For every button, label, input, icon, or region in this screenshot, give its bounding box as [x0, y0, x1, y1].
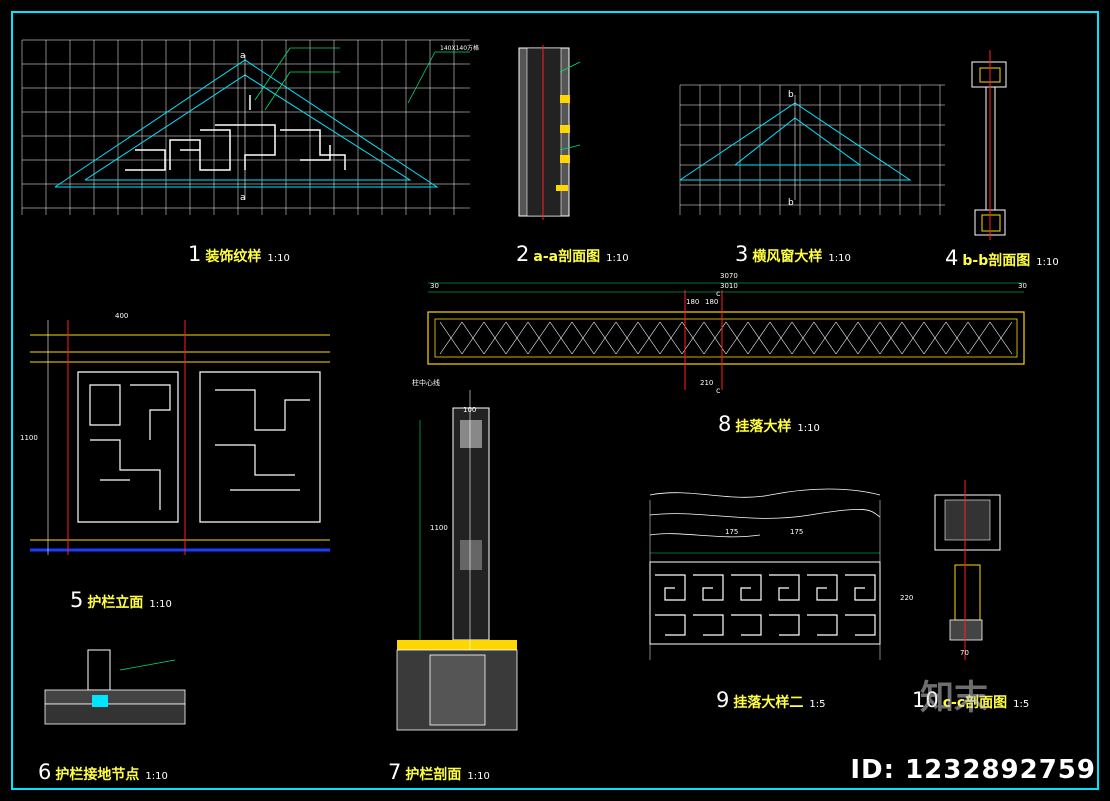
detail-10-section	[934, 480, 1001, 660]
detail-5-elevation	[30, 320, 330, 555]
detail-1-leaders	[254, 47, 470, 111]
detail-2-section	[518, 45, 581, 220]
detail-1-grid-note: 140X140方格	[440, 44, 479, 52]
brand-watermark: 知末	[920, 678, 988, 718]
title-6: 6 护栏接地节点 1:10	[38, 760, 168, 784]
sec-b-top: b	[788, 90, 794, 100]
dim-180b: 180	[705, 298, 718, 306]
dim-100: 100	[463, 406, 476, 414]
title-5: 5 护栏立面 1:10	[70, 588, 172, 612]
sec-b-bot: b	[788, 198, 794, 208]
dim-3070: 3070	[720, 272, 738, 280]
detail-8-fascia	[427, 282, 1025, 390]
dim-30a: 30	[430, 282, 439, 290]
dim-175b: 175	[790, 528, 803, 536]
title-2: 2 a-a剖面图 1:10	[516, 242, 629, 266]
title-7: 7 护栏剖面 1:10	[388, 760, 490, 784]
dim-1100-a: 1100	[20, 434, 38, 442]
sec-a-top: a	[240, 51, 246, 61]
dim-400: 400	[115, 312, 128, 320]
title-8: 8 挂落大样 1:10	[718, 412, 820, 436]
dim-180a: 180	[686, 298, 699, 306]
dim-3010: 3010	[720, 282, 738, 290]
sec-c-bot: c	[716, 386, 720, 395]
dim-210: 210	[700, 379, 713, 387]
dim-70: 70	[960, 649, 969, 657]
dim-30b: 30	[1018, 282, 1027, 290]
dim-1100-b: 1100	[430, 524, 448, 532]
detail-3-grid	[679, 84, 945, 215]
title-4: 4 b-b剖面图 1:10	[945, 246, 1059, 270]
dim-220: 220	[900, 594, 913, 602]
detail-7-section	[396, 390, 518, 731]
note-center-line: 柱中心线	[412, 378, 440, 387]
sec-a-bot: a	[240, 193, 246, 203]
detail-9-fascia	[649, 488, 881, 660]
detail-1-triangle	[54, 59, 439, 188]
title-9: 9 挂落大样二 1:5	[716, 688, 826, 712]
dim-175a: 175	[725, 528, 738, 536]
sec-c-top: c	[716, 289, 720, 298]
drawing-id: ID: 1232892759	[850, 755, 1096, 785]
title-1: 1 装饰纹样 1:10	[188, 242, 290, 266]
detail-1-grid	[21, 39, 470, 215]
title-3: 3 横风窗大样 1:10	[735, 242, 851, 266]
detail-6-node	[44, 649, 186, 725]
detail-4-section	[971, 50, 1007, 240]
